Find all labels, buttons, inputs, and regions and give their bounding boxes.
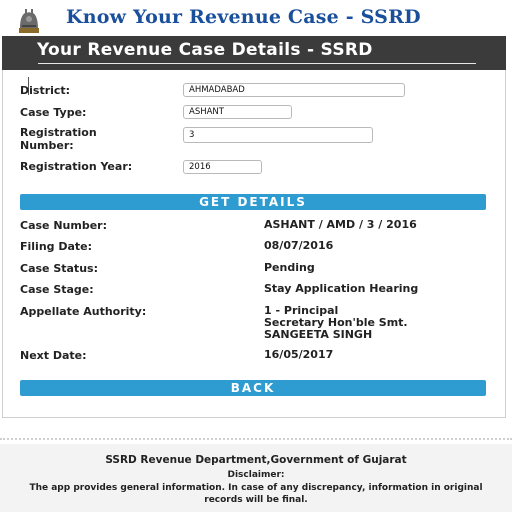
case-status-label: Case Status: — [20, 262, 98, 275]
footer-department: SSRD Revenue Department,Government of Gu… — [105, 454, 407, 466]
registration-year-label: Registration Year: — [20, 160, 133, 173]
page-banner: Your Revenue Case Details - SSRD — [2, 36, 506, 70]
banner-divider — [38, 63, 476, 64]
state-emblem-icon — [19, 9, 39, 33]
registration-year-field[interactable]: 2016 — [183, 160, 262, 174]
disclaimer-title: Disclaimer: — [227, 470, 285, 480]
get-details-button[interactable]: GET DETAILS — [20, 194, 486, 210]
filing-date-value: 08/07/2016 — [264, 239, 334, 252]
back-button[interactable]: BACK — [20, 380, 486, 396]
district-field[interactable]: AHMADABAD — [183, 83, 405, 97]
app-header: Know Your Revenue Case - SSRD — [0, 0, 512, 36]
app-title: Know Your Revenue Case - SSRD — [66, 6, 421, 28]
case-stage-value: Stay Application Hearing — [264, 282, 419, 295]
district-label: District: — [20, 84, 71, 97]
appellate-authority-line3: SANGEETA SINGH — [264, 328, 373, 341]
next-date-value: 16/05/2017 — [264, 348, 334, 361]
filing-date-label: Filing Date: — [20, 240, 93, 253]
footer-divider — [0, 438, 512, 440]
case-stage-label: Case Stage: — [20, 283, 94, 296]
appellate-authority-label: Appellate Authority: — [20, 305, 147, 318]
registration-number-label: Registration Number: — [20, 126, 97, 152]
next-date-label: Next Date: — [20, 349, 87, 362]
case-type-label: Case Type: — [20, 106, 87, 119]
case-status-value: Pending — [264, 261, 315, 274]
registration-number-field[interactable]: 3 — [183, 127, 373, 143]
banner-title: Your Revenue Case Details - SSRD — [37, 40, 373, 60]
disclaimer-text: The app provides general information. In… — [29, 483, 483, 505]
case-number-label: Case Number: — [20, 219, 107, 232]
footer: SSRD Revenue Department,Government of Gu… — [0, 444, 512, 512]
case-number-value: ASHANT / AMD / 3 / 2016 — [264, 218, 417, 231]
case-type-field[interactable]: ASHANT — [183, 105, 292, 119]
